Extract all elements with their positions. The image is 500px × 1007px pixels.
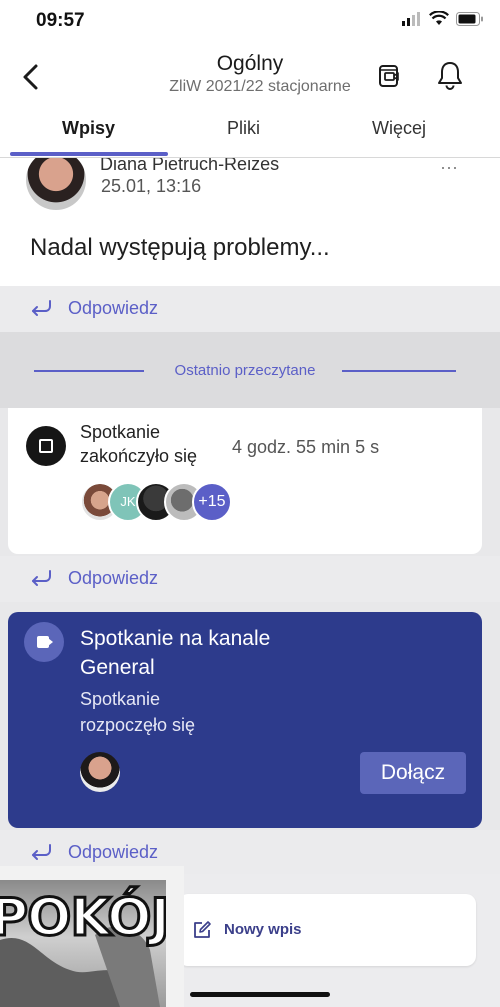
- app-header: Ogólny ZliW 2021/22 stacjonarne Wpisy Pl…: [0, 40, 500, 158]
- status-icons: [402, 11, 484, 26]
- post-body: Nadal występują problemy...: [30, 234, 330, 261]
- channel-title: Ogólny: [216, 52, 284, 75]
- meme-sticker: POKÓJ: [0, 866, 184, 1007]
- reply-label: Odpowiedz: [68, 842, 159, 862]
- author-avatar[interactable]: [26, 158, 86, 210]
- reply-button[interactable]: Odpowiedz: [0, 556, 500, 602]
- post-timestamp: 25.01, 13:16: [101, 176, 202, 196]
- active-tab-indicator: [10, 152, 168, 156]
- title-block: Ogólny ZliW 2021/22 stacjonarne: [120, 52, 380, 96]
- reply-label: Odpowiedz: [68, 568, 159, 588]
- reply-icon: [32, 570, 51, 586]
- divider-line-right: [342, 370, 456, 372]
- meeting-status: Spotkanie rozpoczęło się: [80, 689, 196, 735]
- channel-tabs: Wpisy Pliki Więcej: [0, 114, 500, 158]
- wifi-icon: [429, 11, 449, 25]
- meme-caption: POKÓJ: [0, 887, 166, 950]
- tab-wpisy[interactable]: Wpisy: [62, 118, 115, 139]
- tab-pliki[interactable]: Pliki: [227, 118, 260, 139]
- edit-icon: [194, 921, 211, 938]
- meeting-duration: 4 godz. 55 min 5 s: [232, 437, 380, 457]
- meeting-started-card[interactable]: Spotkanie na kanale General Spotkanie ro…: [8, 612, 482, 828]
- notification-bell-icon[interactable]: [436, 60, 464, 90]
- divider-line-left: [34, 370, 144, 372]
- meme-photo: POKÓJ: [0, 880, 166, 1007]
- status-time: 09:57: [36, 10, 85, 31]
- reply-icon: [32, 844, 51, 860]
- meeting-ended-title: Spotkanie zakończyło się: [80, 422, 198, 466]
- participant-avatars[interactable]: JK +15: [80, 482, 250, 522]
- post-author-name: Diana Pietruch-Reizes: [100, 158, 280, 174]
- home-indicator: [190, 992, 330, 997]
- meeting-title: Spotkanie na kanale General: [80, 627, 271, 679]
- reply-label: Odpowiedz: [68, 298, 159, 318]
- organizer-avatar[interactable]: [80, 752, 120, 792]
- new-post-label: Nowy wpis: [224, 921, 302, 938]
- battery-icon: [456, 11, 483, 26]
- signal-icon: [402, 11, 420, 26]
- more-options-icon[interactable]: ⋯: [440, 158, 459, 179]
- back-arrow-icon[interactable]: [14, 60, 48, 94]
- last-read-label: Ostatnio przeczytane: [174, 362, 316, 379]
- join-meeting-button[interactable]: Dołącz: [360, 752, 466, 794]
- team-name: ZliW 2021/22 stacjonarne: [169, 78, 351, 95]
- video-camera-icon: [24, 622, 64, 662]
- status-bar: 09:57: [0, 0, 500, 40]
- tab-wiecej[interactable]: Więcej: [372, 118, 426, 139]
- reply-button[interactable]: Odpowiedz: [0, 286, 500, 332]
- post-card[interactable]: Diana Pietruch-Reizes 25.01, 13:16 ⋯ Nad…: [0, 158, 500, 286]
- new-post-button[interactable]: Nowy wpis: [178, 894, 476, 966]
- meeting-ended-card[interactable]: Spotkanie zakończyło się 4 godz. 55 min …: [8, 408, 482, 554]
- last-read-divider: Ostatnio przeczytane: [0, 332, 500, 408]
- calendar-icon: [26, 426, 66, 466]
- participant-overflow-count: +15: [192, 482, 232, 522]
- reply-icon: [32, 300, 51, 316]
- meet-now-icon[interactable]: [376, 62, 404, 90]
